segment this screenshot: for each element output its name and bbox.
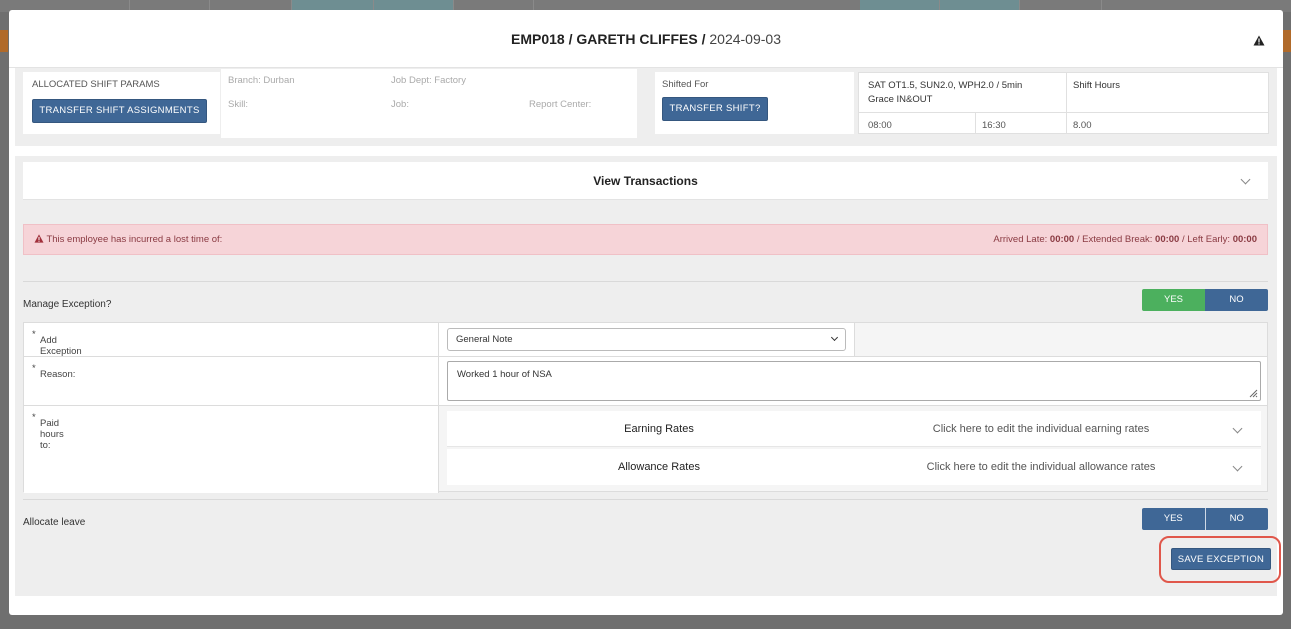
employee-code: EMP018 <box>510 31 565 47</box>
reason-row: Reason: * Worked 1 hour of NSA <box>24 357 1267 406</box>
report-center-text: Report Center: <box>529 99 592 110</box>
shift-end-time: 16:30 <box>982 120 1006 131</box>
background-cell <box>50 0 130 10</box>
paid-hours-label: Paid hours to: * <box>32 412 64 451</box>
background-cell <box>210 0 292 10</box>
left-early-label: / Left Early: <box>1181 234 1231 245</box>
required-mark: * <box>32 412 36 423</box>
shift-rules-text: SAT OT1.5, SUN2.0, WPH2.0 / 5min Grace I… <box>868 80 1023 105</box>
earning-rates-row[interactable]: Earning Rates Click here to edit the ind… <box>447 411 1261 447</box>
manage-exception-toggle: YES NO <box>1142 289 1268 311</box>
shifted-for-box: Shifted For TRANSFER SHIFT? <box>655 72 854 134</box>
exception-form: Add Exception * General Note Reason: * Wo… <box>23 322 1268 493</box>
lost-time-summary: Arrived Late: 00:00 / Extended Break: 00… <box>993 225 1257 254</box>
employee-name: GARETH CLIFFES <box>576 31 698 47</box>
arrived-late-value: 00:00 <box>1049 234 1075 245</box>
chevron-down-icon <box>830 333 839 342</box>
modal-title: EMP018 / GARETH CLIFFES / 2024-09-03 <box>9 31 1283 47</box>
save-exception-highlight: SAVE EXCEPTION <box>1159 536 1281 583</box>
manage-exception-label: Manage Exception? <box>23 299 112 310</box>
allocate-leave-label: Allocate leave <box>23 517 86 528</box>
shift-start-time: 08:00 <box>868 120 892 131</box>
allowance-rates-hint: Click here to edit the individual allowa… <box>926 461 1156 473</box>
exception-type-value: General Note <box>456 334 513 345</box>
chevron-down-icon <box>1240 174 1251 185</box>
title-separator: / <box>701 31 706 47</box>
add-exception-label-cell: Add Exception * <box>24 323 439 357</box>
view-transactions-toggle[interactable]: View Transactions <box>23 162 1268 200</box>
reason-text: Worked 1 hour of NSA <box>457 369 552 380</box>
left-early-value: 00:00 <box>1232 234 1257 245</box>
shift-hours-value: 8.00 <box>1073 120 1092 131</box>
view-transactions-title: View Transactions <box>593 174 698 188</box>
background-edge-marker <box>0 30 8 52</box>
background-edge-marker <box>1283 30 1291 52</box>
background-cell <box>454 0 534 10</box>
chevron-down-icon <box>1232 461 1243 472</box>
divider <box>23 281 1268 282</box>
allocate-leave-yes-button[interactable]: YES <box>1142 508 1205 530</box>
add-exception-label: Add Exception * <box>32 329 82 357</box>
modal-header: EMP018 / GARETH CLIFFES / 2024-09-03 <box>9 10 1283 68</box>
transfer-shift-assignments-button[interactable]: TRANSFER SHIFT ASSIGNMENTS <box>32 99 207 123</box>
background-cell <box>860 0 940 10</box>
add-exception-label-text: Add Exception <box>40 335 82 357</box>
skill-text: Skill: <box>228 99 249 110</box>
record-date: 2024-09-03 <box>709 31 781 47</box>
exception-type-select[interactable]: General Note <box>447 328 846 351</box>
exception-panel: View Transactions This employee has incu… <box>15 156 1281 596</box>
required-mark: * <box>32 363 36 374</box>
shift-params-panel: ALLOCATED SHIFT PARAMS TRANSFER SHIFT AS… <box>15 68 1277 146</box>
required-mark: * <box>32 329 36 340</box>
job-dept-text: Job Dept: Factory <box>391 75 466 86</box>
reason-textarea[interactable]: Worked 1 hour of NSA <box>447 361 1261 401</box>
exception-modal: EMP018 / GARETH CLIFFES / 2024-09-03 ALL… <box>9 10 1283 615</box>
background-cell <box>130 0 210 10</box>
allowance-rates-label: Allowance Rates <box>618 461 700 473</box>
warning-icon <box>34 234 44 243</box>
earning-rates-label: Earning Rates <box>624 423 694 435</box>
job-info-box: Branch: Durban Job Dept: Factory Skill: … <box>221 69 637 138</box>
arrived-late-label: Arrived Late: <box>993 234 1048 245</box>
job-text: Job: <box>391 99 409 110</box>
column-divider <box>1066 73 1067 133</box>
alert-message-text: This employee has incurred a lost time o… <box>46 234 223 245</box>
background-cell <box>940 0 1020 10</box>
allowance-rates-row[interactable]: Allowance Rates Click here to edit the i… <box>447 449 1261 485</box>
column-divider <box>975 113 976 133</box>
column-divider <box>854 323 855 356</box>
earning-rates-hint: Click here to edit the individual earnin… <box>932 423 1150 435</box>
allocated-shift-box: ALLOCATED SHIFT PARAMS TRANSFER SHIFT AS… <box>23 72 220 134</box>
transfer-shift-button[interactable]: TRANSFER SHIFT? <box>662 97 768 121</box>
alert-message: This employee has incurred a lost time o… <box>34 225 222 254</box>
background-cell <box>1020 0 1102 10</box>
shift-details-table: SAT OT1.5, SUN2.0, WPH2.0 / 5min Grace I… <box>858 72 1269 134</box>
manage-exception-no-button[interactable]: NO <box>1205 289 1268 311</box>
resize-handle-icon[interactable] <box>1249 389 1258 398</box>
title-separator: / <box>568 31 573 47</box>
paid-hours-row: Paid hours to: * Earning Rates Click her… <box>24 406 1267 493</box>
lost-time-alert: This employee has incurred a lost time o… <box>23 224 1268 255</box>
add-exception-row: Add Exception * General Note <box>24 323 1267 357</box>
reason-label-cell: Reason: * <box>24 357 439 405</box>
extended-break-value: 00:00 <box>1155 234 1180 245</box>
reason-label-text: Reason: <box>40 369 76 380</box>
shifted-for-label: Shifted For <box>662 79 709 90</box>
allocated-shift-label: ALLOCATED SHIFT PARAMS <box>32 79 160 90</box>
manage-exception-yes-button[interactable]: YES <box>1142 289 1205 311</box>
save-exception-button[interactable]: SAVE EXCEPTION <box>1171 548 1271 570</box>
reason-label: Reason: * <box>32 363 75 380</box>
allocate-leave-toggle: YES NO <box>1142 508 1268 530</box>
divider <box>23 499 1268 500</box>
extended-break-label: / Extended Break: <box>1076 234 1153 245</box>
warning-icon[interactable] <box>1253 35 1265 46</box>
background-cell <box>374 0 454 10</box>
paid-hours-label-text: Paid hours to: <box>40 418 64 451</box>
background-cell <box>292 0 374 10</box>
shift-hours-label: Shift Hours <box>1073 80 1120 91</box>
paid-hours-label-cell: Paid hours to: * <box>24 406 439 493</box>
branch-text: Branch: Durban <box>228 75 295 86</box>
allocate-leave-no-button[interactable]: NO <box>1204 508 1268 530</box>
chevron-down-icon <box>1232 423 1243 434</box>
